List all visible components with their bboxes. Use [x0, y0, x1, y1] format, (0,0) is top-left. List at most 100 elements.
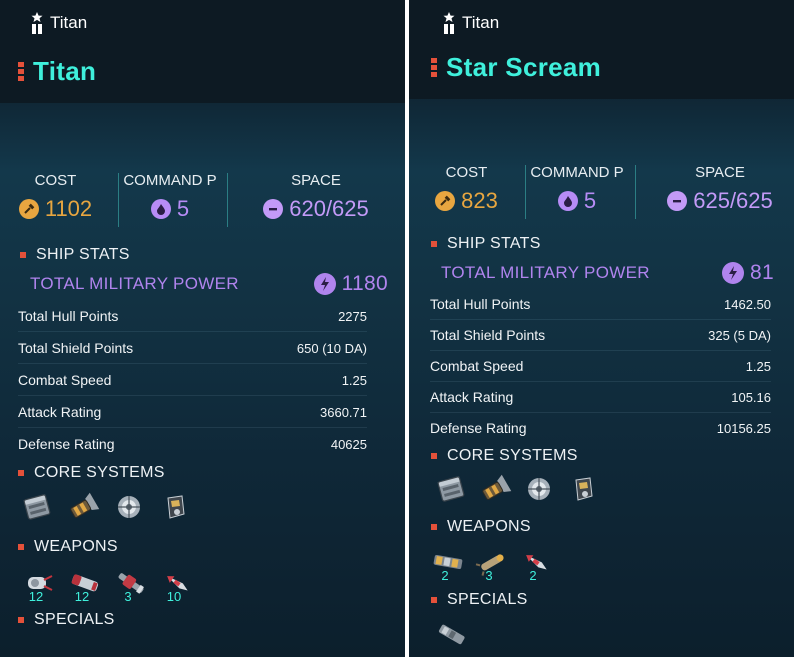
stat-name: Total Shield Points — [430, 327, 546, 343]
command-column: COMMAND P 5 — [526, 163, 628, 225]
reactor-module-icon[interactable] — [112, 492, 152, 528]
total-military-power-value: 81 — [722, 261, 774, 285]
space-value: 620/625 — [263, 196, 369, 222]
space-number: 625/625 — [693, 188, 773, 213]
stat-row-speed: Combat Speed 1.25 — [18, 365, 367, 396]
ship-stats-header: SHIP STATS — [431, 235, 541, 253]
core-systems-list — [434, 474, 606, 510]
weapons-header: WEAPONS — [431, 518, 531, 536]
weapon-count: 2 — [441, 568, 449, 583]
command-label: COMMAND P — [530, 164, 624, 181]
stat-row-shield: Total Shield Points 325 (5 DA) — [430, 320, 771, 351]
armor-plating-module-icon[interactable] — [434, 474, 474, 510]
stat-row-attack: Attack Rating 105.16 — [430, 382, 771, 413]
name-marker — [431, 58, 437, 77]
hammer-icon — [435, 191, 456, 211]
ship-class-icon — [443, 12, 455, 34]
gatling-gun-weapon-icon[interactable]: 12 — [22, 568, 62, 604]
cost-value: 1102 — [18, 196, 93, 222]
total-military-power-label: TOTAL MILITARY POWER — [30, 274, 239, 293]
ship-type: Titan — [442, 12, 499, 34]
command-label: COMMAND P — [123, 172, 217, 189]
cannon-weapon-icon[interactable]: 12 — [68, 568, 108, 604]
ship-stats-label: SHIP STATS — [36, 246, 130, 263]
flame-icon — [150, 199, 171, 219]
cost-column: COST 823 — [419, 163, 514, 225]
total-military-power-row: TOTAL MILITARY POWER 81 — [441, 261, 774, 285]
section-marker — [18, 617, 24, 623]
space-label: SPACE — [695, 164, 745, 181]
stat-value: 10156.25 — [716, 420, 771, 436]
section-marker — [431, 241, 437, 247]
space-value: 625/625 — [667, 188, 773, 214]
cost-number: 823 — [461, 188, 498, 213]
thruster-module-icon[interactable] — [478, 474, 518, 510]
command-number: 5 — [583, 188, 597, 213]
thruster-module-icon[interactable] — [66, 492, 106, 528]
specials-header: SPECIALS — [18, 611, 115, 629]
weapon-count: 2 — [529, 568, 537, 583]
cost-column: COST 1102 — [8, 171, 103, 233]
stat-name: Total Hull Points — [430, 296, 531, 312]
sensor-module-icon[interactable] — [566, 474, 606, 510]
cost-number: 1102 — [44, 196, 93, 221]
ship-name: Titan — [18, 56, 96, 87]
weapons-label: WEAPONS — [34, 538, 118, 555]
reactor-module-icon[interactable] — [522, 474, 562, 510]
stat-name: Defense Rating — [430, 420, 527, 436]
minus-circle-icon — [667, 191, 688, 211]
sensor-module-icon[interactable] — [158, 492, 198, 528]
total-military-power-label: TOTAL MILITARY POWER — [441, 263, 650, 282]
ship-class-icon — [31, 12, 43, 34]
command-column: COMMAND P 5 — [119, 171, 221, 233]
ship-summary: COST 1102 COMMAND P 5 SPACE 620/625 — [0, 171, 405, 233]
stat-row-shield: Total Shield Points 650 (10 DA) — [18, 333, 367, 364]
railgun-weapon-icon[interactable]: 3 — [114, 568, 154, 604]
weapons-label: WEAPONS — [447, 518, 531, 535]
cost-label: COST — [34, 172, 77, 189]
weapon-count: 12 — [28, 589, 44, 604]
space-number: 620/625 — [289, 196, 369, 221]
space-label: SPACE — [291, 172, 341, 189]
summary-divider — [635, 165, 636, 219]
weapons-list: 2 3 2 — [431, 547, 559, 583]
weapons-list: 12 12 3 10 — [22, 568, 200, 604]
stat-row-defense: Defense Rating 40625 — [18, 429, 367, 459]
weapon-count: 3 — [124, 589, 132, 604]
ship-type: Titan — [30, 12, 87, 34]
ship-summary: COST 823 COMMAND P 5 SPACE 625/625 — [409, 163, 794, 225]
stat-value: 1.25 — [341, 372, 367, 388]
stat-value: 325 (5 DA) — [708, 327, 771, 343]
missile-weapon-icon[interactable]: 2 — [519, 547, 559, 583]
section-marker — [20, 252, 26, 258]
ship-name: Star Scream — [431, 52, 601, 83]
weapon-count: 10 — [166, 589, 182, 604]
total-military-power-number: 81 — [750, 261, 774, 284]
specials-label: SPECIALS — [34, 611, 115, 628]
lightning-icon — [722, 262, 745, 284]
core-systems-list — [20, 492, 198, 528]
command-value: 5 — [150, 196, 189, 222]
weapons-header: WEAPONS — [18, 538, 118, 556]
stat-row-speed: Combat Speed 1.25 — [430, 351, 771, 382]
armor-plating-module-icon[interactable] — [20, 492, 60, 528]
weapon-count: 3 — [485, 568, 493, 583]
ship-type-label: Titan — [462, 13, 500, 32]
stat-value: 2275 — [338, 308, 367, 324]
cost-label: COST — [445, 164, 488, 181]
ship-stats-label: SHIP STATS — [447, 235, 541, 252]
stat-value: 1462.50 — [724, 296, 771, 312]
stat-value: 3660.71 — [320, 404, 367, 420]
laser-battery-weapon-icon[interactable]: 2 — [431, 547, 471, 583]
stat-name: Attack Rating — [430, 389, 514, 405]
section-marker — [18, 470, 24, 476]
ship-name-label: Titan — [33, 56, 97, 86]
special-module-icon[interactable] — [435, 619, 475, 655]
core-systems-label: CORE SYSTEMS — [447, 447, 578, 464]
torpedo-launcher-weapon-icon[interactable]: 3 — [475, 547, 515, 583]
core-systems-header: CORE SYSTEMS — [431, 447, 578, 465]
stat-name: Combat Speed — [430, 358, 524, 374]
missile-weapon-icon[interactable]: 10 — [160, 568, 200, 604]
ship-panel-right: Titan Star Scream COST 823 COMMAND P 5 S… — [409, 0, 794, 657]
stat-value: 40625 — [330, 436, 367, 452]
